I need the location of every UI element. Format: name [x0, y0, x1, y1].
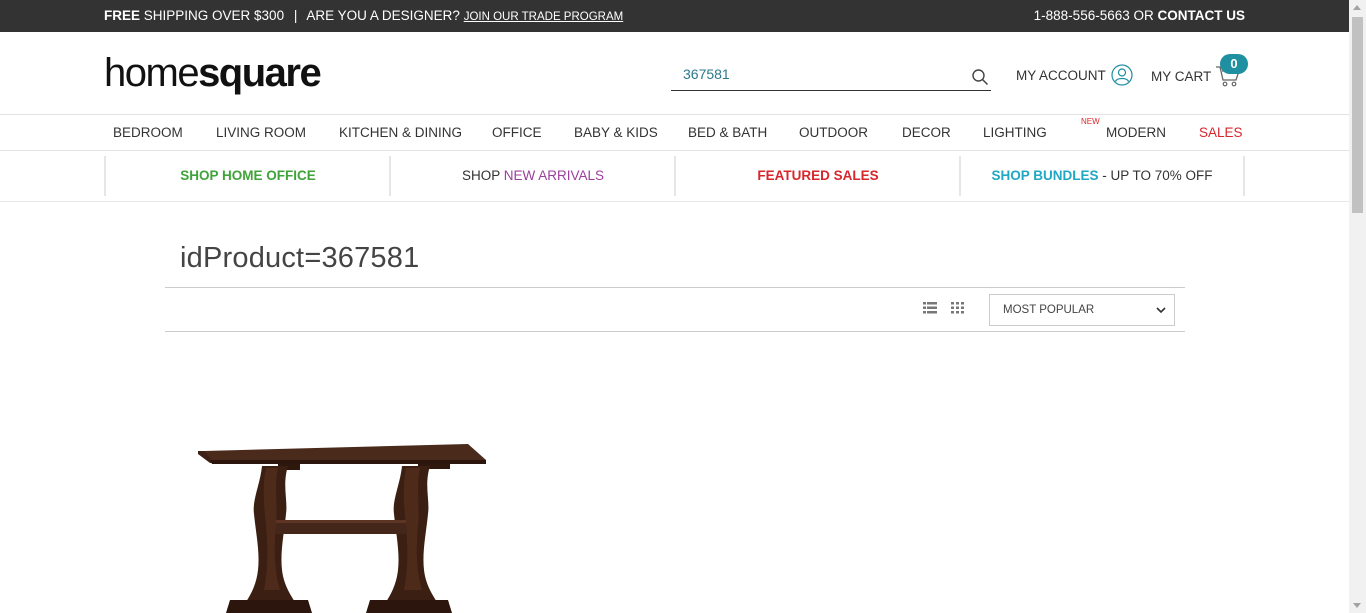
scroll-up-arrow-icon[interactable]: [1353, 5, 1361, 10]
nav-bedroom[interactable]: BEDROOM: [113, 125, 183, 140]
nav-modern[interactable]: NEW MODERN: [1081, 117, 1166, 140]
product-image-dining-table[interactable]: [190, 430, 495, 613]
nav-baby-kids[interactable]: BABY & KIDS: [574, 125, 658, 140]
search-input[interactable]: [671, 60, 951, 88]
cart-count-badge: 0: [1220, 54, 1248, 74]
search-icon[interactable]: [971, 68, 989, 86]
nav-decor[interactable]: DECOR: [902, 125, 951, 140]
search-bar: [671, 60, 991, 91]
featured-sales-label: FEATURED SALES: [757, 168, 879, 183]
shop-home-office-link[interactable]: SHOP HOME OFFICE: [104, 156, 390, 196]
trade-program-link[interactable]: JOIN OUR TRADE PROGRAM: [464, 11, 624, 23]
main-navigation: BEDROOM LIVING ROOM KITCHEN & DINING OFF…: [0, 114, 1349, 151]
bundles-discount-label: - UP TO 70% OFF: [1098, 168, 1213, 183]
nav-bed-bath[interactable]: BED & BATH: [688, 125, 767, 140]
new-badge: NEW: [1081, 117, 1100, 126]
contact-info: 1-888-556-5663 OR CONTACT US: [1034, 8, 1245, 23]
sort-selected-value: MOST POPULAR: [1003, 304, 1095, 316]
top-bar: FREE SHIPPING OVER $300 | ARE YOU A DESI…: [0, 0, 1349, 32]
shop-bundles-label: SHOP BUNDLES: [991, 168, 1099, 183]
homesquare-logo[interactable]: homesquare: [104, 50, 322, 96]
nav-modern-label: MODERN: [1106, 125, 1166, 140]
nav-living-room[interactable]: LIVING ROOM: [216, 125, 306, 140]
or-label: OR: [1129, 8, 1158, 23]
shop-home-office-label: SHOP HOME OFFICE: [180, 168, 316, 183]
user-circle-icon: [1111, 64, 1133, 86]
list-view-icon[interactable]: [923, 302, 937, 314]
nav-kitchen-dining[interactable]: KITCHEN & DINING: [339, 125, 462, 140]
chevron-down-icon: [1156, 307, 1166, 314]
shop-new-arrivals-link[interactable]: SHOP NEW ARRIVALS: [389, 156, 675, 196]
nav-office[interactable]: OFFICE: [492, 125, 542, 140]
free-label: FREE: [104, 8, 141, 23]
my-account-link[interactable]: MY ACCOUNT: [1016, 64, 1133, 86]
grid-view-icon[interactable]: [951, 302, 964, 314]
nav-outdoor[interactable]: OUTDOOR: [799, 125, 868, 140]
shipping-promo: FREE SHIPPING OVER $300 | ARE YOU A DESI…: [104, 8, 623, 23]
page-title: idProduct=367581: [180, 242, 420, 274]
featured-sales-link[interactable]: FEATURED SALES: [674, 156, 960, 196]
shop-prefix-label: SHOP: [461, 168, 504, 183]
logo-home-text: home: [104, 51, 200, 95]
scrollbar-thumb[interactable]: [1352, 17, 1363, 213]
shop-bundles-link[interactable]: SHOP BUNDLES - UP TO 70% OFF: [959, 156, 1245, 196]
sort-dropdown[interactable]: MOST POPULAR: [989, 294, 1175, 326]
logo-square-text: square: [198, 51, 322, 95]
vertical-scrollbar[interactable]: [1349, 0, 1366, 613]
new-arrivals-label: NEW ARRIVALS: [503, 168, 605, 183]
my-cart-label: MY CART: [1151, 68, 1212, 84]
nav-lighting[interactable]: LIGHTING: [983, 125, 1047, 140]
phone-number[interactable]: 1-888-556-5663: [1034, 8, 1130, 23]
divider: [165, 331, 1185, 332]
separator: |: [293, 8, 298, 23]
scroll-down-arrow-icon[interactable]: [1353, 603, 1361, 608]
designer-label: ARE YOU A DESIGNER?: [306, 8, 460, 23]
shipping-label: SHIPPING OVER $300: [140, 8, 285, 23]
my-account-label: MY ACCOUNT: [1016, 67, 1106, 83]
promo-strip: SHOP HOME OFFICE SHOP NEW ARRIVALS FEATU…: [0, 151, 1349, 202]
contact-us-link[interactable]: CONTACT US: [1158, 8, 1246, 23]
nav-sales[interactable]: SALES: [1199, 125, 1243, 140]
divider: [165, 287, 1185, 288]
